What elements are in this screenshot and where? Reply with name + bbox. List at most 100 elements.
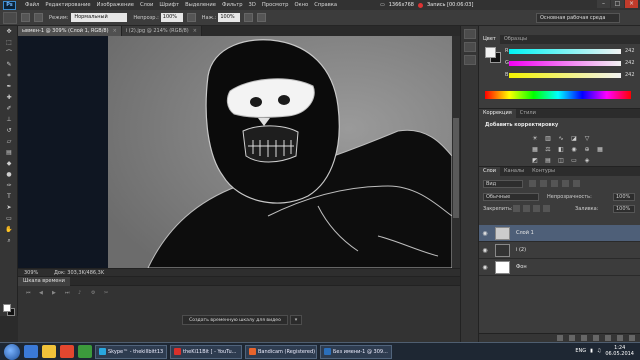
- eraser-tool-icon[interactable]: ▱: [3, 137, 15, 147]
- fill-field[interactable]: 100%: [613, 205, 635, 213]
- close-tab-icon[interactable]: ×: [193, 28, 197, 34]
- network-icon[interactable]: ▮: [590, 348, 593, 354]
- shape-tool-icon[interactable]: ▭: [3, 214, 15, 224]
- exposure-icon[interactable]: ◪: [570, 135, 578, 142]
- actions-panel-icon[interactable]: [464, 55, 476, 65]
- green-channel-slider[interactable]: [509, 61, 621, 66]
- tab-styles[interactable]: Стили: [516, 109, 540, 118]
- menu-edit[interactable]: Редактирование: [45, 2, 90, 8]
- new-layer-icon[interactable]: [617, 335, 623, 341]
- layer-opacity-field[interactable]: 100%: [613, 193, 635, 201]
- pressure-opacity-icon[interactable]: [186, 13, 196, 22]
- taskbar-item-skype[interactable]: Skype™ - thekillbitt13: [95, 344, 167, 359]
- levels-icon[interactable]: ▥: [544, 135, 552, 142]
- tab-channels[interactable]: Каналы: [500, 167, 528, 176]
- pen-tool-icon[interactable]: ✑: [3, 181, 15, 191]
- red-channel-slider[interactable]: [509, 49, 621, 54]
- adjustment-layer-icon[interactable]: [593, 335, 599, 341]
- selective-color-icon[interactable]: ◈: [583, 157, 591, 164]
- eye-icon[interactable]: ◉: [479, 247, 491, 254]
- settings-icon[interactable]: ⚙: [91, 290, 98, 296]
- minimize-icon[interactable]: –: [597, 0, 610, 8]
- language-indicator[interactable]: ENG: [575, 348, 586, 354]
- layer-style-icon[interactable]: [569, 335, 575, 341]
- menu-3d[interactable]: 3D: [249, 2, 256, 8]
- history-brush-tool-icon[interactable]: ↺: [3, 126, 15, 136]
- zoom-level[interactable]: 309%: [24, 270, 48, 276]
- marquee-tool-icon[interactable]: ⬚: [3, 38, 15, 48]
- next-frame-icon[interactable]: ⏭: [65, 290, 72, 296]
- tab-adjustments[interactable]: Коррекция: [479, 109, 516, 118]
- brightness-icon[interactable]: ☀: [531, 135, 539, 142]
- document-size-info[interactable]: Док: 303,3K/486,3K: [54, 270, 104, 276]
- hue-saturation-icon[interactable]: ▦: [531, 146, 539, 153]
- hand-tool-icon[interactable]: ✋: [3, 225, 15, 235]
- blend-mode-select[interactable]: Обычные: [483, 193, 539, 201]
- blue-channel-slider[interactable]: [509, 73, 621, 78]
- filter-smart-object-icon[interactable]: [573, 180, 580, 187]
- menu-select[interactable]: Выделение: [185, 2, 216, 8]
- gradient-tool-icon[interactable]: ▤: [3, 148, 15, 158]
- foreground-color-swatch[interactable]: [3, 304, 11, 312]
- new-group-icon[interactable]: [605, 335, 611, 341]
- posterize-icon[interactable]: ▤: [544, 157, 552, 164]
- channel-mixer-icon[interactable]: ⊕: [583, 146, 591, 153]
- history-panel-icon[interactable]: [464, 29, 476, 39]
- tab-paths[interactable]: Контуры: [528, 167, 559, 176]
- media-pinned-icon[interactable]: [60, 345, 74, 358]
- menu-filter[interactable]: Фильтр: [222, 2, 243, 8]
- gradient-map-icon[interactable]: ▭: [570, 157, 578, 164]
- layer-filter-select[interactable]: Вид: [483, 180, 523, 188]
- brush-size-icon[interactable]: [21, 13, 30, 22]
- pressure-size-icon[interactable]: [257, 13, 267, 22]
- clock[interactable]: 1:24 06.05.2014: [605, 345, 634, 357]
- tab-swatches[interactable]: Образцы: [500, 35, 531, 44]
- eye-icon[interactable]: ◉: [479, 230, 491, 237]
- layer-mask-icon[interactable]: [581, 335, 587, 341]
- tab-timeline[interactable]: Шкала времени: [18, 277, 70, 286]
- lock-transparency-icon[interactable]: [513, 205, 520, 212]
- lock-position-icon[interactable]: [533, 205, 540, 212]
- eye-icon[interactable]: ◉: [479, 264, 491, 271]
- move-tool-icon[interactable]: ✥: [3, 27, 15, 37]
- audio-icon[interactable]: ♪: [78, 290, 85, 296]
- layer-row[interactable]: ◉ i (2): [479, 242, 640, 259]
- menu-view[interactable]: Просмотр: [262, 2, 289, 8]
- photo-filter-icon[interactable]: ◉: [570, 146, 578, 153]
- lock-image-icon[interactable]: [523, 205, 530, 212]
- crop-tool-icon[interactable]: ⌗: [3, 71, 15, 81]
- layer-row[interactable]: ◉ Фон: [479, 259, 640, 276]
- threshold-icon[interactable]: ◫: [557, 157, 565, 164]
- blue-channel-value[interactable]: 242: [625, 72, 635, 78]
- maximize-icon[interactable]: □: [611, 0, 624, 8]
- cut-icon[interactable]: ✂: [104, 290, 111, 296]
- menu-image[interactable]: Изображение: [97, 2, 134, 8]
- vibrance-icon[interactable]: ▽: [583, 135, 591, 142]
- close-tab-icon[interactable]: ×: [113, 28, 117, 34]
- properties-panel-icon[interactable]: [464, 42, 476, 52]
- menu-window[interactable]: Окно: [294, 2, 308, 8]
- delete-layer-icon[interactable]: [629, 335, 635, 341]
- filter-adjustment-icon[interactable]: [540, 180, 547, 187]
- zoom-tool-icon[interactable]: ⌕: [3, 236, 15, 246]
- prev-frame-icon[interactable]: ◀: [39, 290, 46, 296]
- filter-shape-icon[interactable]: [562, 180, 569, 187]
- menu-help[interactable]: Справка: [314, 2, 337, 8]
- menu-file[interactable]: Файл: [25, 2, 39, 8]
- start-button[interactable]: [4, 343, 20, 360]
- invert-icon[interactable]: ◩: [531, 157, 539, 164]
- blur-tool-icon[interactable]: ◆: [3, 159, 15, 169]
- type-tool-icon[interactable]: T: [3, 192, 15, 202]
- vertical-scrollbar-thumb[interactable]: [453, 118, 459, 218]
- chevron-down-icon[interactable]: ▾: [290, 315, 302, 325]
- foreground-color-chip[interactable]: [485, 47, 496, 58]
- green-channel-value[interactable]: 242: [625, 60, 635, 66]
- volume-icon[interactable]: ♫: [597, 348, 601, 354]
- color-lookup-icon[interactable]: ▦: [596, 146, 604, 153]
- lock-all-icon[interactable]: [543, 205, 550, 212]
- link-layers-icon[interactable]: [557, 335, 563, 341]
- tab-document-2[interactable]: i (2).jpg @ 214% (RGB/8) ×: [121, 26, 202, 36]
- brush-tool-icon[interactable]: ✐: [3, 104, 15, 114]
- eyedropper-tool-icon[interactable]: ✒: [3, 82, 15, 92]
- brush-panel-icon[interactable]: [34, 13, 43, 22]
